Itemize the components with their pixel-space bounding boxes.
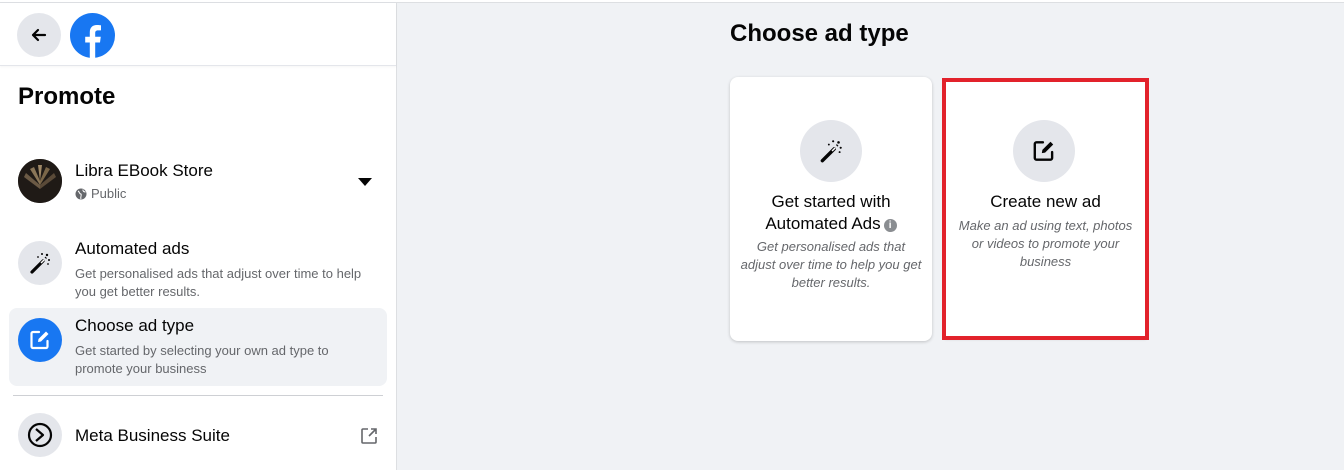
info-icon[interactable]: i: [883, 219, 897, 232]
edit-icon-wrap: [18, 318, 62, 362]
business-suite-icon-wrap: [18, 413, 62, 457]
sidebar-item-description: Get personalised ads that adjust over ti…: [75, 266, 362, 299]
page-name: Libra EBook Store: [75, 161, 213, 180]
arrow-left-icon: [31, 28, 47, 42]
card-description: Get personalised ads that adjust over ti…: [740, 239, 922, 290]
page-avatar: [18, 159, 62, 203]
magic-wand-icon: [30, 253, 50, 274]
sidebar-divider: [13, 395, 383, 396]
meta-business-suite-icon: [27, 422, 53, 448]
sidebar-header: [0, 3, 396, 66]
back-button[interactable]: [17, 13, 61, 57]
sidebar-item-description: Get started by selecting your own ad typ…: [75, 343, 329, 376]
magic-wand-icon-wrap: [18, 241, 62, 285]
card-title: Create new ad: [990, 192, 1101, 211]
edit-icon-wrap: [1013, 120, 1075, 182]
card-title: Get started with Automated Ads i: [730, 191, 932, 235]
magic-wand-icon: [820, 140, 842, 163]
card-description: Make an ad using text, photos or videos …: [958, 218, 1133, 269]
page-privacy: Public: [75, 186, 126, 201]
page-selector[interactable]: Libra EBook Store Public: [9, 151, 387, 215]
create-new-ad-card[interactable]: Create new ad Make an ad using text, pho…: [945, 80, 1146, 338]
sidebar-item-label: Choose ad type: [75, 316, 195, 335]
edit-icon: [30, 330, 49, 350]
sidebar-item-choose-ad-type[interactable]: Choose ad type Get started by selecting …: [9, 308, 387, 386]
sidebar-item-automated-ads[interactable]: Automated ads Get personalised ads that …: [9, 231, 387, 309]
sidebar-item-label: Automated ads: [75, 239, 190, 258]
sidebar-title: Promote: [18, 83, 116, 110]
external-link-icon: [361, 428, 377, 444]
privacy-label: Public: [91, 186, 127, 201]
business-suite-label: Meta Business Suite: [75, 426, 230, 445]
facebook-logo-icon[interactable]: [70, 13, 115, 58]
caret-down-icon[interactable]: [358, 177, 372, 187]
book-image-icon: [18, 159, 62, 203]
card-title-text: Get started with Automated Ads: [765, 192, 891, 233]
page-title: Choose ad type: [730, 20, 909, 47]
edit-icon: [1033, 141, 1054, 161]
meta-business-suite-link[interactable]: Meta Business Suite: [9, 405, 387, 467]
magic-wand-icon-wrap: [800, 120, 862, 182]
automated-ads-card[interactable]: Get started with Automated Ads i Get pers…: [730, 77, 932, 341]
globe-icon: [75, 188, 87, 199]
promote-sidebar: Promote Libra EBook Store Public Automat…: [0, 3, 397, 470]
